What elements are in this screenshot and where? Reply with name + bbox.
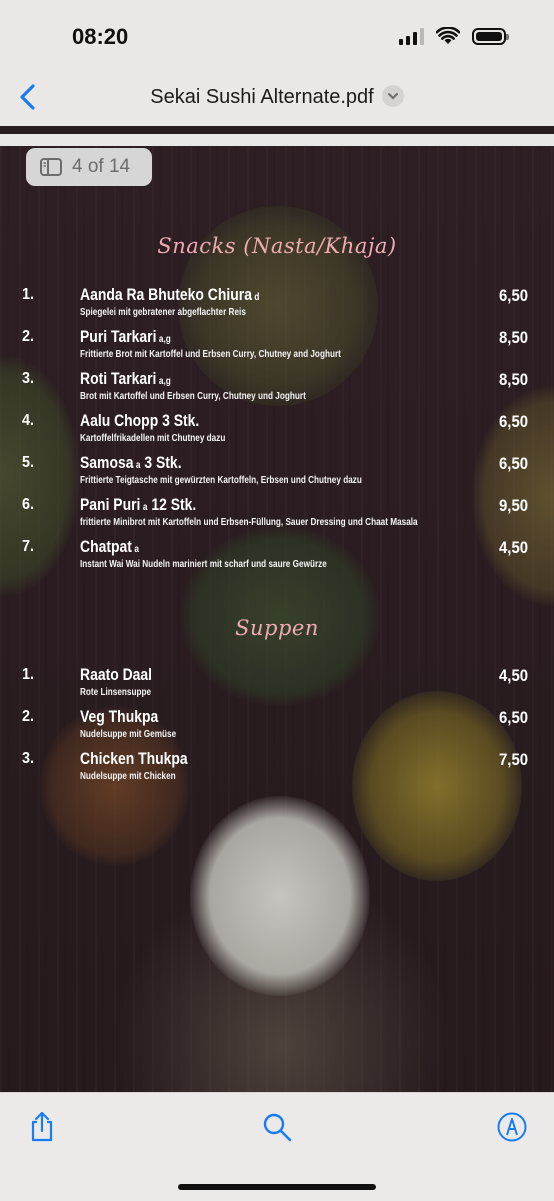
menu-item-title: Raato Daal <box>80 665 153 684</box>
allergen-tag: a <box>142 502 148 513</box>
menu-item-quantity: 12 Stk. <box>151 495 197 514</box>
page-indicator[interactable]: 4 of 14 <box>26 148 152 186</box>
menu-item-number: 3. <box>22 370 35 387</box>
menu-item-title: Chicken Thukpa <box>80 749 188 768</box>
navigation-bar: Sekai Sushi Alternate.pdf <box>0 70 554 126</box>
menu-item-price: 8,50 <box>498 370 528 389</box>
menu-item-quantity: 3 Stk. <box>144 453 182 472</box>
menu-item-number: 2. <box>22 328 35 345</box>
home-indicator <box>178 1184 376 1190</box>
menu-item-price: 7,50 <box>498 750 528 769</box>
menu-item-price: 6,50 <box>498 412 528 431</box>
menu-item-title: Samosa <box>80 453 134 472</box>
menu-item-description: Nudelsuppe mit Gemüse <box>80 729 177 740</box>
menu-item-name: Chicken Thukpa <box>80 749 188 769</box>
menu-item-title: Veg Thukpa <box>80 707 159 726</box>
chevron-down-icon <box>381 84 404 107</box>
system-indicators <box>399 27 509 45</box>
menu-item-name: Veg Thukpa <box>80 707 158 727</box>
sidebar-icon <box>40 158 62 176</box>
menu-item-title: Roti Tarkari <box>80 369 157 388</box>
page-indicator-label: 4 of 14 <box>72 156 131 177</box>
previous-page-edge <box>0 126 554 134</box>
menu-item-price: 9,50 <box>498 496 528 515</box>
battery-icon <box>472 27 509 45</box>
menu-item-price: 6,50 <box>498 454 528 473</box>
menu-item-description: Spiegelei mit gebratener abgeflachter Re… <box>80 307 246 318</box>
menu-item-price: 4,50 <box>498 666 528 685</box>
menu-item-description: Frittierte Teigtasche mit gewürzten Kart… <box>80 475 362 486</box>
status-bar: 08:20 <box>0 0 554 70</box>
menu-item-number: 1. <box>22 666 35 683</box>
menu-item-title: Aalu Chopp 3 Stk. <box>80 411 200 430</box>
share-icon[interactable] <box>26 1111 58 1143</box>
markup-icon[interactable] <box>496 1111 528 1143</box>
menu-item-title: Chatpat <box>80 537 132 556</box>
menu-item-name: Roti Tarkari a,g <box>80 369 171 389</box>
menu-item-number: 5. <box>22 454 35 471</box>
menu-item-description: Rote Linsensuppe <box>80 687 152 698</box>
menu-item-name: Chatpat a <box>80 537 139 557</box>
menu-item-number: 3. <box>22 750 35 767</box>
cellular-signal-icon <box>399 27 424 45</box>
allergen-tag: a,g <box>158 376 171 387</box>
pdf-page[interactable]: Snacks (Nasta/Khaja) 1. Aanda Ra Bhuteko … <box>0 146 554 1092</box>
menu-item-number: 1. <box>22 286 35 303</box>
menu-item-description: Frittierte Brot mit Kartoffel und Erbsen… <box>80 349 341 360</box>
menu-item-description: Kartoffelfrikadellen mit Chutney dazu <box>80 433 226 444</box>
menu-item-description: frittierte Minibrot mit Kartoffeln und E… <box>80 517 418 528</box>
menu-item-description: Nudelsuppe mit Chicken <box>80 771 176 782</box>
search-icon[interactable] <box>261 1111 293 1143</box>
menu-item-title: Aanda Ra Bhuteko Chiura <box>80 285 252 304</box>
menu-item-price: 6,50 <box>498 708 528 727</box>
menu-item-price: 4,50 <box>498 538 528 557</box>
allergen-tag: a <box>135 460 141 471</box>
allergen-tag: a <box>134 544 139 555</box>
menu-item-price: 8,50 <box>498 328 528 347</box>
menu-item-name: Aanda Ra Bhuteko Chiura d <box>80 285 259 305</box>
menu-item-title: Puri Tarkari <box>80 327 157 346</box>
menu-item-number: 2. <box>22 708 35 725</box>
menu-item-description: Brot mit Kartoffel und Erbsen Curry, Chu… <box>80 391 306 402</box>
menu-item-description: Instant Wai Wai Nudeln mariniert mit sch… <box>80 559 327 570</box>
menu-item-name: Raato Daal <box>80 665 152 685</box>
food-bowl-image <box>352 691 522 881</box>
food-bowl-image <box>0 356 80 596</box>
menu-item-name: Puri Tarkari a,g <box>80 327 171 347</box>
section-title-snacks: Snacks (Nasta/Khaja) <box>157 234 397 258</box>
menu-item-number: 4. <box>22 412 35 429</box>
allergen-tag: a,g <box>158 334 171 345</box>
menu-item-name: Pani Puri a 12 Stk. <box>80 495 196 515</box>
menu-item-name: Aalu Chopp 3 Stk. <box>80 411 199 431</box>
rice-image <box>190 796 370 996</box>
menu-item-price: 6,50 <box>498 286 528 305</box>
wifi-icon <box>436 27 460 44</box>
document-title-button[interactable]: Sekai Sushi Alternate.pdf <box>0 84 554 109</box>
menu-item-title: Pani Puri <box>80 495 141 514</box>
menu-item-number: 6. <box>22 496 35 513</box>
status-time: 08:20 <box>72 24 129 49</box>
document-title: Sekai Sushi Alternate.pdf <box>150 86 374 108</box>
menu-item-name: Samosa a 3 Stk. <box>80 453 182 473</box>
allergen-tag: d <box>254 292 260 303</box>
section-title-soups: Suppen <box>235 616 319 640</box>
menu-item-number: 7. <box>22 538 35 555</box>
